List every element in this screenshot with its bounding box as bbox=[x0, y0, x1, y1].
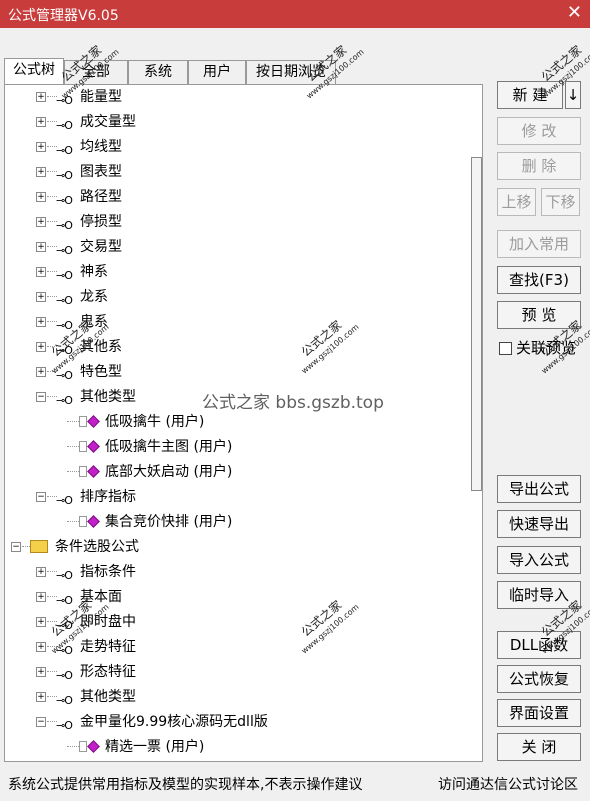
tab-user[interactable]: 用户 bbox=[188, 60, 246, 84]
node-icon: ⊸O bbox=[56, 144, 73, 157]
expand-icon[interactable]: + bbox=[36, 367, 46, 377]
watermark-text: 公式之家 bbs.gszb.top bbox=[202, 393, 384, 413]
expand-icon[interactable]: + bbox=[36, 117, 46, 127]
expand-icon[interactable]: + bbox=[36, 242, 46, 252]
close-button[interactable]: 关 闭 bbox=[497, 733, 581, 761]
expand-icon[interactable]: + bbox=[36, 167, 46, 177]
node-icon: ⊸O bbox=[56, 119, 73, 132]
node-icon: ⊸O bbox=[56, 169, 73, 182]
folder-icon bbox=[30, 540, 48, 553]
expand-icon[interactable]: + bbox=[36, 592, 46, 602]
node-icon: ⊸O bbox=[56, 669, 73, 682]
expand-icon[interactable]: + bbox=[36, 617, 46, 627]
import-button[interactable]: 导入公式 bbox=[497, 546, 581, 574]
user-formula-icon bbox=[87, 415, 100, 428]
node-icon: ⊸O bbox=[56, 219, 73, 232]
expand-icon[interactable]: + bbox=[36, 317, 46, 327]
window-title: 公式管理器V6.05 bbox=[8, 8, 119, 24]
move-down-button[interactable]: 下移 bbox=[541, 188, 580, 216]
user-formula-icon bbox=[87, 465, 100, 478]
collapse-icon[interactable]: − bbox=[11, 542, 21, 552]
node-icon: ⊸O bbox=[56, 244, 73, 257]
node-icon: ⊸O bbox=[56, 719, 73, 732]
doc-icon bbox=[79, 441, 87, 452]
title-bar: 公式管理器V6.05 ✕ bbox=[0, 0, 590, 28]
tab-system[interactable]: 系统 bbox=[128, 60, 188, 84]
expand-icon[interactable]: + bbox=[36, 217, 46, 227]
expand-icon[interactable]: + bbox=[36, 92, 46, 102]
expand-icon[interactable]: + bbox=[36, 692, 46, 702]
user-formula-icon bbox=[87, 740, 100, 753]
node-icon: ⊸O bbox=[56, 194, 73, 207]
expand-icon[interactable]: + bbox=[36, 667, 46, 677]
user-formula-icon bbox=[87, 440, 100, 453]
delete-button[interactable]: 删 除 bbox=[497, 152, 581, 180]
doc-icon bbox=[79, 741, 87, 752]
forum-link[interactable]: 访问通达信公式讨论区 bbox=[438, 770, 578, 801]
collapse-icon[interactable]: − bbox=[36, 392, 46, 402]
formula-tree[interactable]: + ⊸O 能量型 + ⊸O 成交量型 + ⊸O 均线型 + ⊸O 图表型 + ⊸O 路径型 + ⊸O 停… bbox=[4, 84, 483, 762]
checkbox-box[interactable] bbox=[499, 342, 512, 355]
node-icon: ⊸O bbox=[56, 394, 73, 407]
close-icon[interactable]: ✕ bbox=[567, 2, 582, 23]
node-icon: ⊸O bbox=[56, 569, 73, 582]
export-button[interactable]: 导出公式 bbox=[497, 475, 581, 503]
node-icon: ⊸O bbox=[56, 294, 73, 307]
expand-icon[interactable]: + bbox=[36, 267, 46, 277]
restore-button[interactable]: 公式恢复 bbox=[497, 665, 581, 693]
add-common-button[interactable]: 加入常用 bbox=[497, 230, 581, 258]
node-icon: ⊸O bbox=[56, 694, 73, 707]
find-button[interactable]: 查找(F3) bbox=[497, 266, 581, 294]
ui-settings-button[interactable]: 界面设置 bbox=[497, 699, 581, 727]
collapse-icon[interactable]: − bbox=[36, 492, 46, 502]
status-bar: 系统公式提供常用指标及模型的实现样本,不表示操作建议 访问通达信公式讨论区 bbox=[0, 770, 590, 801]
scrollbar-thumb[interactable] bbox=[471, 157, 482, 491]
doc-icon bbox=[79, 516, 87, 527]
doc-icon bbox=[79, 466, 87, 477]
move-up-button[interactable]: 上移 bbox=[497, 188, 536, 216]
quick-export-button[interactable]: 快速导出 bbox=[497, 510, 581, 538]
expand-icon[interactable]: + bbox=[36, 192, 46, 202]
doc-icon bbox=[79, 416, 87, 427]
node-icon: ⊸O bbox=[56, 594, 73, 607]
collapse-icon[interactable]: − bbox=[36, 717, 46, 727]
modify-button[interactable]: 修 改 bbox=[497, 117, 581, 145]
user-formula-icon bbox=[87, 515, 100, 528]
node-icon: ⊸O bbox=[56, 494, 73, 507]
expand-icon[interactable]: + bbox=[36, 567, 46, 577]
status-text: 系统公式提供常用指标及模型的实现样本,不表示操作建议 bbox=[8, 777, 363, 793]
expand-icon[interactable]: + bbox=[36, 292, 46, 302]
node-icon: ⊸O bbox=[56, 269, 73, 282]
tree-scrollbar[interactable] bbox=[468, 85, 482, 761]
expand-icon[interactable]: + bbox=[36, 142, 46, 152]
